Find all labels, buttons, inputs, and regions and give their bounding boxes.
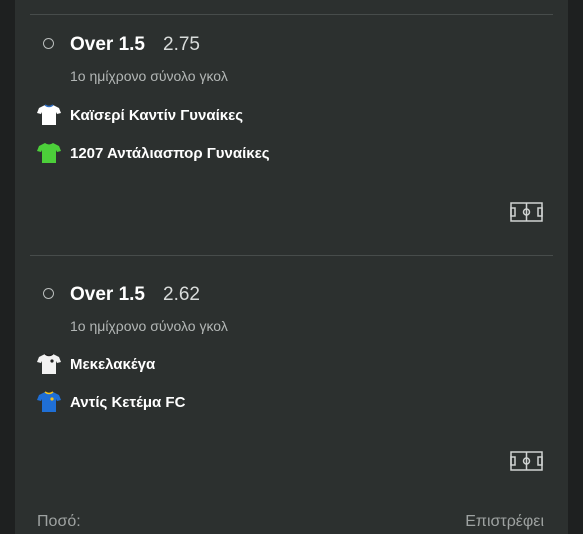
blue-shirt-icon [37, 391, 61, 412]
bet-market: 1ο ημίχρονο σύνολο γκολ [70, 68, 228, 84]
pitch-icon[interactable] [510, 202, 543, 222]
white-shirt-icon [37, 104, 61, 125]
home-team-name: Μεκελακέγα [70, 355, 156, 373]
home-team: Καϊσερί Καντίν Γυναίκες [37, 104, 243, 126]
divider-top [30, 14, 553, 15]
away-team: Αντίς Κετέμα FC [37, 391, 185, 413]
bet-radio-button[interactable] [43, 288, 54, 299]
returns-label: Επιστρέφει [465, 513, 544, 530]
away-team-name: Αντίς Κετέμα FC [70, 393, 186, 411]
green-shirt-icon [37, 143, 61, 163]
bet-selection: Over 1.5 [70, 34, 145, 55]
betslip-panel: Over 1.5 2.75 1ο ημίχρονο σύνολο γκολ Κα… [15, 0, 568, 534]
away-team-name: 1207 Αντάλιασπορ Γυναίκες [70, 144, 270, 162]
home-team: Μεκελακέγα [37, 353, 155, 375]
home-team-name: Καϊσερί Καντίν Γυναίκες [70, 106, 244, 124]
stake-label: Ποσό: [37, 513, 81, 530]
bet-radio-button[interactable] [43, 38, 54, 49]
pitch-icon[interactable] [510, 451, 543, 471]
bet-selection: Over 1.5 [70, 284, 145, 305]
away-team: 1207 Αντάλιασπορ Γυναίκες [37, 142, 270, 164]
bet-odds: 2.75 [163, 34, 200, 55]
white-shirt-icon [37, 353, 61, 374]
bet-market: 1ο ημίχρονο σύνολο γκολ [70, 318, 228, 334]
bet-odds: 2.62 [163, 284, 200, 305]
divider-middle [30, 255, 553, 256]
